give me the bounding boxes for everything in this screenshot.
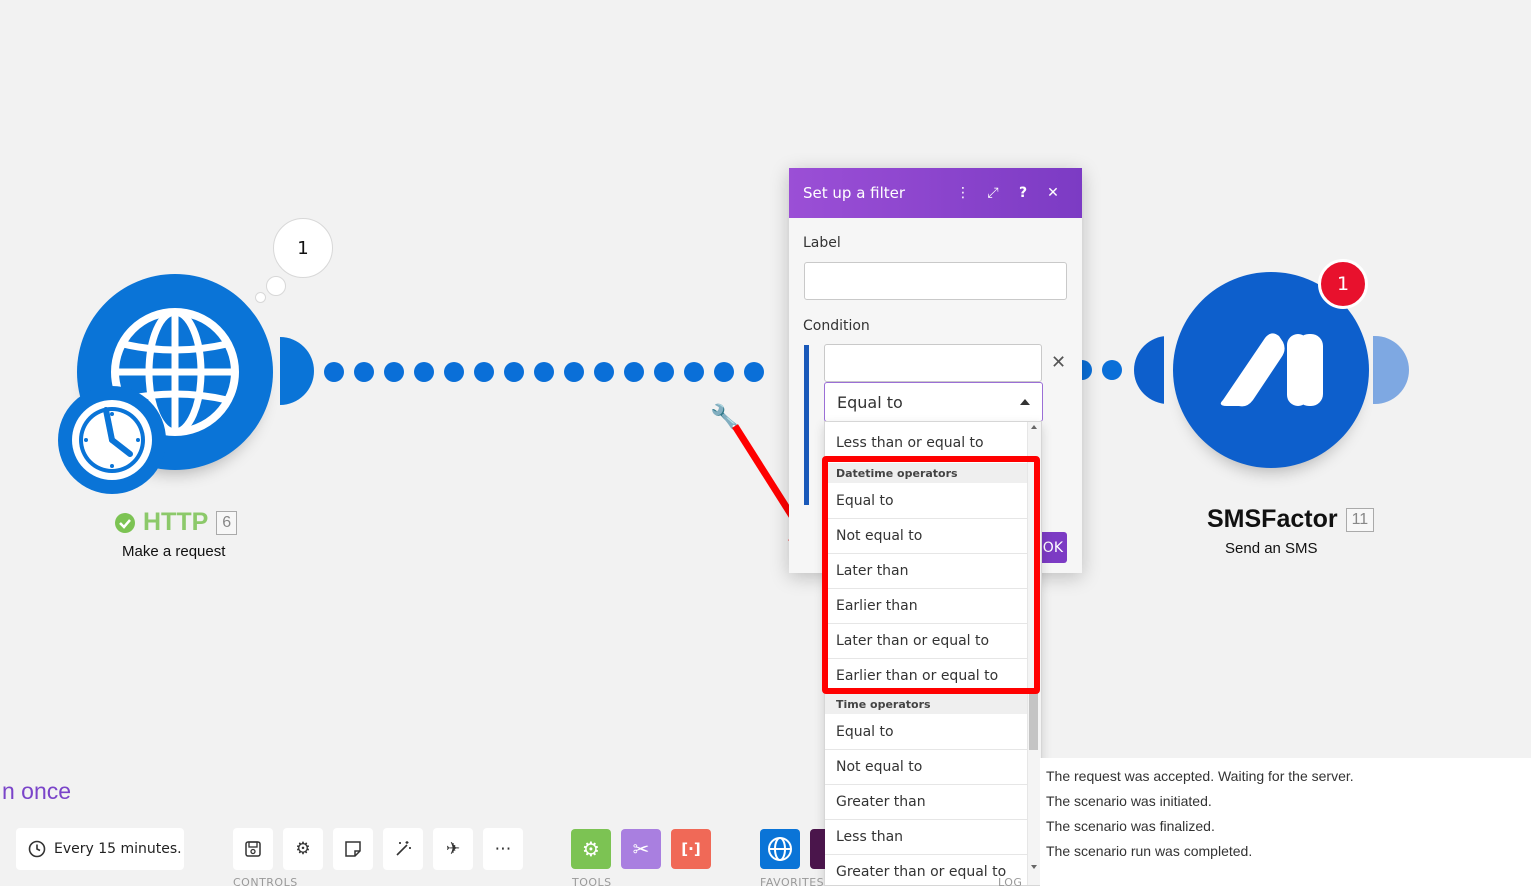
favorites-section-label: FAVORITES [760,876,825,886]
connector-dot [654,362,674,382]
module-name: SMSFactor [1207,505,1338,533]
http-module-title: HTTP 6 [115,508,238,537]
operator-selected-value: Equal to [837,392,903,412]
close-icon[interactable]: ✕ [1038,185,1068,201]
sms-module-title: SMSFactor 11 [1207,505,1375,534]
log-line: The request was accepted. Waiting for th… [1046,768,1354,784]
text-parser-icon[interactable]: [·] [671,829,711,869]
connector-dot [534,362,554,382]
tools-section-label: TOOLS [572,876,612,886]
help-icon[interactable]: ? [1008,185,1038,201]
scrollbar-thumb[interactable] [1029,690,1038,750]
dropdown-option[interactable]: Greater than [825,785,1028,820]
connector-dot [354,362,374,382]
log-line: The scenario run was completed. [1046,843,1253,859]
module-id: 11 [1345,507,1375,532]
clock-icon [28,840,46,858]
connector-dot [444,362,464,382]
dropdown-option[interactable]: Less than [825,820,1028,855]
condition-label: Condition [803,318,870,334]
connector-dot [594,362,614,382]
connector-dot [384,362,404,382]
schedule-button[interactable]: Every 15 minutes. [16,828,184,870]
more-icon[interactable]: ⋯ [483,828,523,870]
connector-dot [474,362,494,382]
thought-bubble-dot [255,292,266,303]
run-once-button[interactable]: n once [2,778,71,805]
log-section-label: LOG [998,876,1023,886]
connector-dot [564,362,584,382]
thought-bubble-dot [266,276,286,296]
module-action: Send an SMS [1225,540,1318,557]
airplane-icon[interactable]: ✈ [433,828,473,870]
log-line: The scenario was initiated. [1046,793,1212,809]
log-panel: The request was accepted. Waiting for th… [1040,758,1531,886]
connector-dot [744,362,764,382]
connector-dot [714,362,734,382]
clock-icon[interactable] [58,386,166,494]
chevron-up-icon [1020,399,1030,405]
gear-icon[interactable]: ⚙ [283,828,323,870]
schedule-label: Every 15 minutes. [54,841,182,857]
label-input[interactable] [804,262,1067,300]
connector-dot [624,362,644,382]
tools-icon[interactable]: ✂ [621,829,661,869]
save-icon[interactable] [233,828,273,870]
connector-dot [684,362,704,382]
condition-operand-input[interactable] [824,344,1042,382]
error-count-badge[interactable]: 1 [1318,259,1368,309]
condition-group-bar [804,345,809,505]
magic-wand-icon[interactable] [383,828,423,870]
operation-count-bubble[interactable]: 1 [273,218,333,278]
expand-icon[interactable]: ⤢ [978,185,1008,201]
dropdown-option[interactable]: Equal to [825,715,1028,750]
ok-button[interactable]: OK [1038,532,1067,563]
label-field-label: Label [803,235,841,251]
dropdown-option[interactable]: Not equal to [825,750,1028,785]
log-line: The scenario was finalized. [1046,818,1215,834]
module-name: HTTP [143,508,209,536]
scroll-down-icon[interactable] [1031,865,1037,869]
connector-dot [1102,360,1122,380]
more-vertical-icon[interactable]: ⋮ [948,185,978,201]
module-id: 6 [216,510,238,535]
http-globe-icon[interactable] [760,829,800,869]
slack-icon[interactable] [810,829,825,869]
operator-select[interactable]: Equal to [824,382,1043,422]
scroll-up-icon[interactable] [1031,425,1037,429]
dropdown-group-header: Time operators [825,694,1028,714]
remove-condition-icon[interactable]: ✕ [1051,352,1066,373]
dialog-title: Set up a filter [803,184,906,202]
settings-tool-icon[interactable]: ⚙ [571,829,611,869]
controls-section-label: CONTROLS [233,876,298,886]
annotation-highlight-box [822,456,1040,694]
dialog-header: Set up a filter ⋮ ⤢ ? ✕ [789,168,1082,218]
connector-dot [504,362,524,382]
connector-dot [324,362,344,382]
check-circle-icon [115,512,135,533]
connector-dot [414,362,434,382]
module-action: Make a request [122,543,226,560]
note-icon[interactable] [333,828,373,870]
